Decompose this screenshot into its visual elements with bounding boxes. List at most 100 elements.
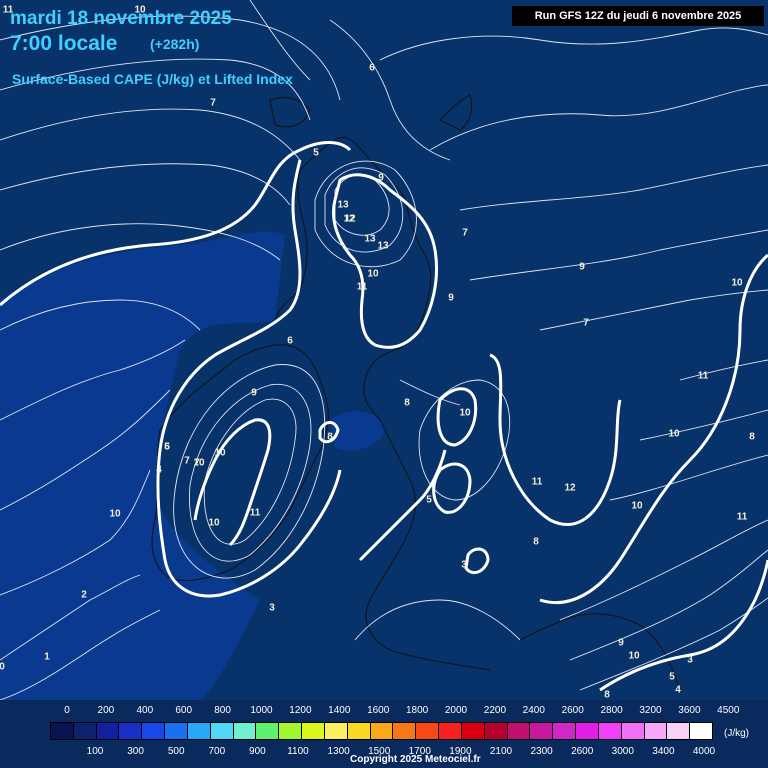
colorbar-swatch (118, 722, 143, 740)
colorbar-tick-label: 300 (127, 746, 144, 757)
colorbar-swatch (209, 722, 234, 740)
colorbar-swatch (141, 722, 166, 740)
colorbar-swatch (278, 722, 303, 740)
colorbar-swatch (483, 722, 508, 740)
colorbar-swatch (666, 722, 691, 740)
contour-value-label: 7 (184, 455, 190, 467)
colorbar-swatch (392, 722, 417, 740)
colorbar-tick-label: 3200 (639, 705, 662, 716)
contour-value-label: 5 (426, 494, 432, 506)
contour-value-label: 6 (164, 441, 170, 453)
forecast-time: 7:00 locale (10, 32, 118, 55)
colorbar-swatch (346, 722, 371, 740)
colorbar-tick-label: 700 (208, 746, 226, 757)
colorbar-tick-label: 1800 (405, 705, 429, 716)
contour-value-label: 6 (287, 335, 293, 347)
contour-value-label: 7 (583, 317, 589, 329)
colorbar-swatch (575, 722, 599, 740)
contour-value-label: 1 (44, 651, 50, 663)
contour-value-label: 6 (369, 62, 375, 74)
contour-value-label: 9 (251, 387, 257, 399)
contour-value-label: 11 (531, 476, 543, 488)
weather-map-panel: mardi 18 novembre 2025 7:00 locale (+282… (0, 0, 768, 768)
colorbar-tick-label: 400 (136, 705, 154, 716)
colorbar-swatch (232, 722, 257, 740)
colorbar-tick-label: 2600 (571, 746, 594, 757)
colorbar-tick-label: 0 (64, 705, 70, 716)
contour-value-label: 10 (668, 428, 680, 440)
contour-value-label: 9 (448, 292, 454, 304)
colorbar-tick-label: 2100 (489, 746, 513, 757)
colorbar-tick-label: 900 (249, 746, 266, 757)
contour-value-label: 2 (81, 589, 87, 601)
product-title: Surface-Based CAPE (J/kg) et Lifted Inde… (12, 71, 293, 87)
contour-value-label: 7 (194, 457, 200, 469)
colorbar-tick-label: 2600 (561, 705, 584, 716)
colorbar-unit: (J/kg) (724, 728, 749, 739)
colorbar-swatch (164, 722, 188, 740)
contour-value-label: 10 (459, 407, 471, 419)
colorbar-swatch (529, 722, 554, 740)
contour-value-label: 3 (269, 602, 275, 614)
colorbar-swatch (460, 722, 485, 740)
copyright-notice: Copyright 2025 Meteociel.fr (350, 754, 481, 765)
contour-value-label: 13 (337, 199, 349, 211)
contour-value-label: 10 (628, 650, 640, 662)
contour-value-label: 12 (343, 213, 355, 225)
colorbar-tick-label: 1400 (328, 705, 351, 716)
forecast-date: mardi 18 novembre 2025 (10, 8, 232, 29)
colorbar-tick-label: 4000 (692, 746, 716, 757)
contour-value-label: 11 (356, 281, 368, 293)
colorbar-tick-label: 100 (86, 746, 104, 757)
colorbar-tick-label: 2400 (522, 705, 545, 716)
colorbar-swatch (323, 722, 348, 740)
contour-value-label: 7 (462, 227, 468, 239)
colorbar-swatch (620, 722, 645, 740)
colorbar-tick-label: 800 (214, 705, 231, 716)
colorbar-swatch (597, 722, 622, 740)
forecast-lead-time: (+282h) (150, 36, 200, 52)
colorbar-tick-label: 1300 (327, 746, 350, 757)
colorbar-tick-label: 500 (167, 746, 185, 757)
contour-value-label: 11 (249, 507, 261, 519)
colorbar-tick-label: 3600 (678, 705, 701, 716)
contour-value-label: 3 (461, 559, 467, 571)
colorbar-tick-label: 3400 (652, 746, 675, 757)
contour-value-label: 10 (214, 447, 226, 459)
contour-value-label: 13 (377, 240, 389, 252)
model-run-badge: Run GFS 12Z du jeudi 6 novembre 2025 (512, 6, 764, 26)
contour-value-label: 4 (156, 464, 162, 476)
colorbar-tick-label: 200 (97, 705, 115, 716)
contour-value-label: 10 (208, 517, 220, 529)
contour-value-label: 11 (736, 511, 748, 523)
colorbar-swatch (301, 722, 325, 740)
contour-value-label: 10 (367, 268, 379, 280)
contour-value-label: 9 (579, 261, 585, 273)
colorbar-tick-label: 2300 (530, 746, 553, 757)
colorbar-tick-label: 1100 (287, 746, 309, 757)
contour-value-label: 4 (675, 684, 681, 696)
colorbar-tick-label: 3000 (611, 746, 634, 757)
contour-value-label: 8 (533, 536, 539, 548)
contour-value-label: 13 (364, 233, 376, 245)
contour-value-label: 0 (0, 661, 5, 673)
contour-value-label: 11 (697, 370, 709, 382)
contour-value-label: 5 (313, 147, 319, 159)
colorbar-swatch (95, 722, 120, 740)
colorbar-tick-label: 600 (175, 705, 193, 716)
colorbar-swatch (186, 722, 211, 740)
colorbar-swatch (506, 722, 531, 740)
colorbar-swatch (415, 722, 440, 740)
colorbar-swatch (369, 722, 394, 740)
colorbar-swatch (552, 722, 577, 740)
contour-value-label: 10 (134, 4, 146, 16)
contour-value-label: 3 (687, 654, 693, 666)
colorbar-tick-label: 2200 (483, 705, 507, 716)
contour-value-label: 11 (2, 4, 14, 16)
colorbar-tick-label: 4500 (717, 705, 740, 716)
contour-value-label: 8 (749, 431, 755, 443)
colorbar-tick-label: 1600 (367, 705, 390, 716)
cape-map (0, 0, 768, 768)
colorbar-swatch (438, 722, 462, 740)
contour-value-label: 8 (604, 689, 610, 701)
